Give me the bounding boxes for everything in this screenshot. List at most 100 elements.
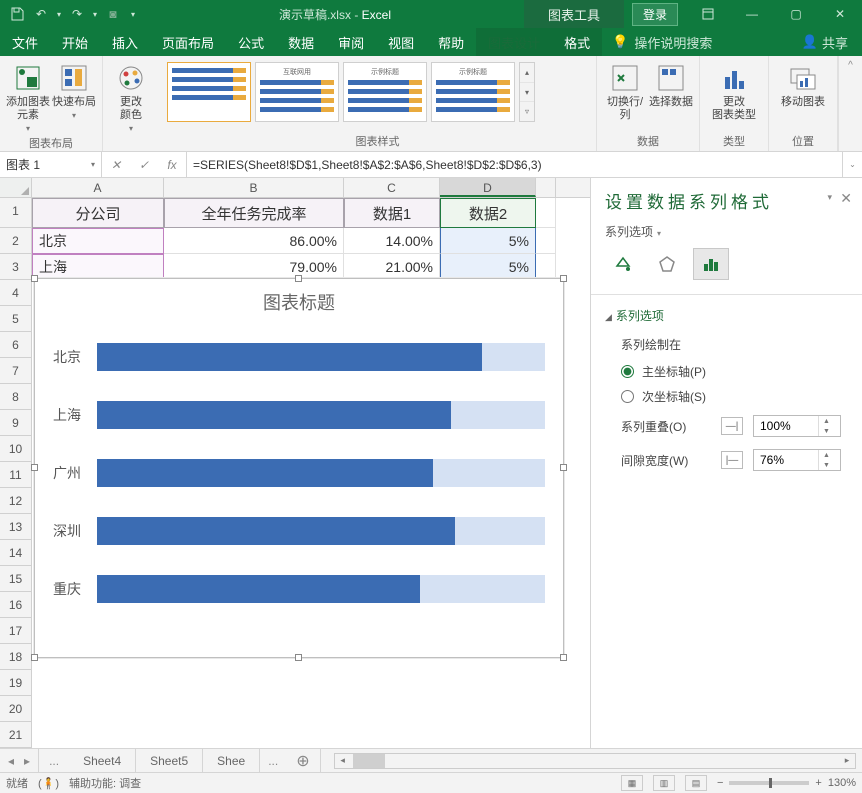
cell[interactable]: [536, 228, 556, 254]
cell[interactable]: 数据2: [440, 198, 536, 228]
name-box[interactable]: 图表 1 ▾: [0, 152, 102, 177]
col-header-a[interactable]: A: [32, 178, 164, 197]
spin-up-icon[interactable]: ▲: [819, 450, 834, 460]
redo-icon[interactable]: ↷: [66, 3, 88, 25]
camera-icon[interactable]: ◙: [102, 3, 124, 25]
plot-area[interactable]: 北京上海广州深圳重庆: [35, 321, 563, 631]
page-break-view-icon[interactable]: ▤: [685, 775, 707, 791]
row-header[interactable]: 16: [0, 592, 32, 618]
row-header[interactable]: 11: [0, 462, 32, 488]
tab-page-layout[interactable]: 页面布局: [150, 28, 226, 56]
move-chart-button[interactable]: 移动图表: [775, 60, 831, 109]
row-header[interactable]: 10: [0, 436, 32, 462]
cell[interactable]: [536, 198, 556, 228]
minimize-icon[interactable]: —: [730, 0, 774, 28]
more-icon[interactable]: ▿: [520, 102, 534, 121]
bar-fill[interactable]: [97, 575, 420, 603]
row-header[interactable]: 4: [0, 280, 32, 306]
zoom-value[interactable]: 130%: [828, 777, 856, 789]
fx-icon[interactable]: fx: [158, 158, 186, 172]
cell[interactable]: 21.00%: [344, 254, 440, 280]
gap-spinner[interactable]: ▲▼: [753, 449, 841, 471]
row-header[interactable]: 6: [0, 332, 32, 358]
expand-formula-icon[interactable]: ⌄: [842, 152, 862, 177]
bar-fill[interactable]: [97, 459, 433, 487]
row-header[interactable]: 12: [0, 488, 32, 514]
row-header[interactable]: 20: [0, 696, 32, 722]
tab-formulas[interactable]: 公式: [226, 28, 276, 56]
fill-icon[interactable]: [605, 248, 641, 280]
pane-options-icon[interactable]: ▾: [827, 192, 832, 203]
maximize-icon[interactable]: ▢: [774, 0, 818, 28]
quick-layout-button[interactable]: 快速布局 ▾: [52, 60, 96, 122]
embedded-chart[interactable]: 图表标题 北京上海广州深圳重庆: [34, 278, 564, 658]
down-arrow-icon[interactable]: ▾: [520, 83, 534, 103]
switch-row-col-button[interactable]: 切换行/列: [603, 60, 647, 122]
worksheet-area[interactable]: A B C D 1 分公司 全年任务完成率 数据1 数据2 2 北京 86.00…: [0, 178, 590, 748]
section-series-options[interactable]: ◢系列选项: [605, 301, 848, 330]
chevron-down-icon[interactable]: ▾: [54, 3, 64, 25]
cell[interactable]: 全年任务完成率: [164, 198, 344, 228]
tab-insert[interactable]: 插入: [100, 28, 150, 56]
signin-button[interactable]: 登录: [632, 3, 678, 26]
row-header[interactable]: 19: [0, 670, 32, 696]
row-header[interactable]: 7: [0, 358, 32, 384]
bar-fill[interactable]: [97, 343, 482, 371]
cell[interactable]: 北京: [32, 228, 164, 254]
zoom-control[interactable]: − + 130%: [717, 777, 856, 789]
normal-view-icon[interactable]: ▦: [621, 775, 643, 791]
cancel-formula-icon[interactable]: ✕: [102, 158, 130, 172]
tell-me[interactable]: 💡 操作说明搜索: [602, 28, 722, 56]
gap-input[interactable]: [754, 450, 818, 470]
tab-review[interactable]: 审阅: [326, 28, 376, 56]
col-header-b[interactable]: B: [164, 178, 344, 197]
sheet-tab[interactable]: Sheet4: [69, 749, 136, 772]
row-header[interactable]: 3: [0, 254, 32, 280]
tab-view[interactable]: 视图: [376, 28, 426, 56]
row-header[interactable]: 17: [0, 618, 32, 644]
bar-track[interactable]: [97, 401, 545, 429]
cell[interactable]: [536, 254, 556, 280]
row-header[interactable]: 1: [0, 198, 32, 228]
tab-scroll-more[interactable]: ...: [39, 749, 69, 772]
tab-help[interactable]: 帮助: [426, 28, 476, 56]
row-header[interactable]: 15: [0, 566, 32, 592]
cell[interactable]: 上海: [32, 254, 164, 280]
col-header-d[interactable]: D: [440, 178, 536, 197]
bar-fill[interactable]: [97, 517, 455, 545]
row-header[interactable]: 5: [0, 306, 32, 332]
tab-file[interactable]: 文件: [0, 28, 50, 56]
col-header-c[interactable]: C: [344, 178, 440, 197]
style-option-2[interactable]: 互联网用: [255, 62, 339, 122]
cell[interactable]: 79.00%: [164, 254, 344, 280]
row-header[interactable]: 2: [0, 228, 32, 254]
overlap-spinner[interactable]: ▲▼: [753, 415, 841, 437]
undo-icon[interactable]: ↶: [30, 3, 52, 25]
change-chart-type-button[interactable]: 更改 图表类型: [706, 60, 762, 122]
tab-data[interactable]: 数据: [276, 28, 326, 56]
formula-input[interactable]: =SERIES(Sheet8!$D$1,Sheet8!$A$2:$A$6,She…: [187, 152, 842, 177]
up-arrow-icon[interactable]: ▴: [520, 63, 534, 83]
tab-scroll-more[interactable]: ...: [260, 749, 286, 772]
primary-axis-radio[interactable]: 主坐标轴(P): [605, 359, 848, 384]
overlap-slider-icon[interactable]: —|: [721, 417, 743, 435]
zoom-in-icon[interactable]: +: [815, 777, 821, 789]
new-sheet-button[interactable]: ⊕: [286, 749, 319, 772]
select-data-button[interactable]: 选择数据: [649, 60, 693, 109]
spin-up-icon[interactable]: ▲: [819, 416, 834, 426]
style-option-4[interactable]: 示例标题: [431, 62, 515, 122]
row-header[interactable]: 8: [0, 384, 32, 410]
row-header[interactable]: 14: [0, 540, 32, 566]
gallery-scroll[interactable]: ▴▾▿: [519, 62, 535, 122]
bar-track[interactable]: [97, 459, 545, 487]
ribbon-options-icon[interactable]: [686, 0, 730, 28]
chart-title[interactable]: 图表标题: [35, 279, 563, 321]
gap-slider-icon[interactable]: |—: [721, 451, 743, 469]
tab-format[interactable]: 格式: [552, 28, 602, 56]
chart-style-gallery[interactable]: 互联网用 示例标题 示例标题 ▴▾▿: [165, 60, 537, 124]
page-layout-view-icon[interactable]: ▥: [653, 775, 675, 791]
close-icon[interactable]: ✕: [818, 0, 862, 28]
style-option-1[interactable]: [167, 62, 251, 122]
effects-icon[interactable]: [649, 248, 685, 280]
row-header[interactable]: 21: [0, 722, 32, 748]
